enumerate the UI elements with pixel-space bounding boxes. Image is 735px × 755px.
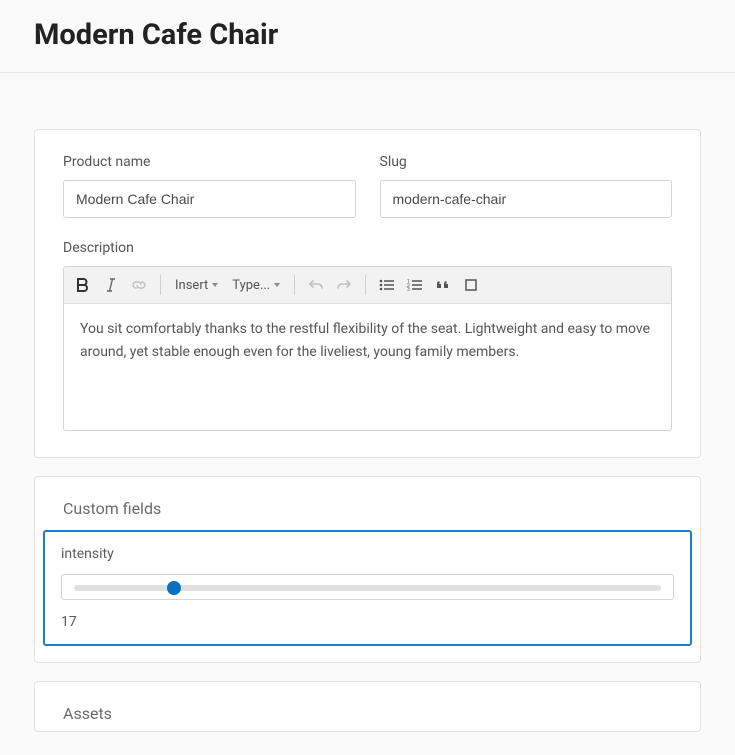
undo-button[interactable]	[303, 271, 329, 299]
redo-icon	[336, 278, 352, 292]
bold-button[interactable]	[70, 271, 96, 299]
italic-icon	[105, 278, 117, 292]
intensity-field[interactable]: intensity 17	[43, 530, 692, 646]
product-details-card: Product name Slug Description	[34, 129, 701, 458]
custom-fields-card: Custom fields intensity 17	[34, 476, 701, 663]
intensity-slider[interactable]	[61, 574, 674, 600]
insert-menu-label: Insert	[175, 278, 208, 293]
bullet-list-button[interactable]	[374, 271, 400, 299]
clear-format-icon	[464, 278, 478, 292]
bullet-list-icon	[379, 278, 395, 292]
editor-toolbar: Insert Type...	[64, 267, 671, 304]
undo-icon	[308, 278, 324, 292]
description-label: Description	[63, 240, 672, 256]
insert-menu[interactable]: Insert	[169, 271, 224, 299]
type-menu-label: Type...	[232, 278, 270, 293]
slider-track	[74, 585, 661, 591]
toolbar-separator	[365, 275, 366, 295]
link-icon	[131, 278, 147, 292]
description-textarea[interactable]: You sit comfortably thanks to the restfu…	[64, 304, 671, 430]
intensity-label: intensity	[61, 546, 674, 562]
slug-label: Slug	[380, 154, 673, 170]
toolbar-separator	[160, 275, 161, 295]
clear-formatting-button[interactable]	[458, 271, 484, 299]
custom-fields-heading: Custom fields	[35, 477, 700, 526]
assets-card: Assets	[34, 681, 701, 732]
content-area: Product name Slug Description	[0, 73, 735, 732]
description-editor: Insert Type...	[63, 266, 672, 431]
type-menu[interactable]: Type...	[226, 271, 286, 299]
svg-text:3: 3	[407, 287, 410, 292]
chevron-down-icon	[274, 283, 280, 287]
slider-thumb[interactable]	[167, 581, 181, 595]
blockquote-button[interactable]	[430, 271, 456, 299]
assets-heading: Assets	[35, 682, 700, 731]
intensity-value: 17	[61, 614, 674, 630]
ordered-list-button[interactable]: 123	[402, 271, 428, 299]
page-header: Modern Cafe Chair	[0, 0, 735, 73]
product-name-label: Product name	[63, 154, 356, 170]
product-name-input[interactable]	[63, 180, 356, 218]
link-button[interactable]	[126, 271, 152, 299]
toolbar-separator	[294, 275, 295, 295]
ordered-list-icon: 123	[407, 278, 423, 292]
slug-input[interactable]	[380, 180, 673, 218]
redo-button[interactable]	[331, 271, 357, 299]
chevron-down-icon	[212, 283, 218, 287]
bold-icon	[77, 278, 89, 292]
italic-button[interactable]	[98, 271, 124, 299]
quote-icon	[436, 278, 450, 292]
page-title: Modern Cafe Chair	[34, 18, 701, 52]
